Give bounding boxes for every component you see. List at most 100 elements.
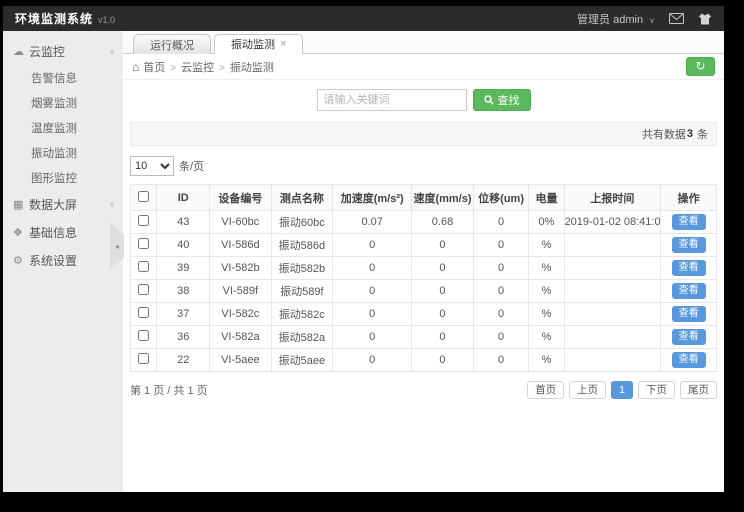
view-button[interactable]: 查看 <box>672 260 706 276</box>
column-header-操作: 操作 <box>661 185 717 211</box>
column-header-ID: ID <box>157 185 210 211</box>
cell-speed: 0 <box>412 303 474 326</box>
cell-point: 振动60bc <box>271 211 333 234</box>
sidebar-group-label: 数据大屏 <box>29 196 109 213</box>
row-checkbox[interactable] <box>138 238 149 249</box>
table-row: 36VI-582a振动582a000%查看 <box>131 326 717 349</box>
cell-accel: 0 <box>333 234 412 257</box>
envelope-icon[interactable] <box>669 13 684 24</box>
row-checkbox[interactable] <box>138 307 149 318</box>
column-header-位移(um): 位移(um) <box>473 185 529 211</box>
breadcrumb-separator: > <box>170 63 176 74</box>
summary-prefix: 共有数据 <box>642 126 686 142</box>
cell-action: 查看 <box>661 349 717 372</box>
column-header-设备编号: 设备编号 <box>210 185 272 211</box>
row-checkbox[interactable] <box>138 330 149 341</box>
refresh-button[interactable]: ↻ <box>686 57 715 76</box>
tab-振动监测[interactable]: 振动监测× <box>214 34 303 54</box>
search-input[interactable] <box>317 89 467 111</box>
search-button[interactable]: 查找 <box>473 89 531 111</box>
user-menu[interactable]: 管理员 admin ∨ <box>577 11 655 27</box>
select-all-checkbox[interactable] <box>138 191 149 202</box>
page-button-尾页[interactable]: 尾页 <box>680 381 717 399</box>
sidebar-group-云监控[interactable]: ☁云监控∧ <box>3 37 123 65</box>
cell-time <box>564 326 661 349</box>
app-version: v1.0 <box>98 15 115 25</box>
page-button-下页[interactable]: 下页 <box>638 381 675 399</box>
cell-id: 36 <box>157 326 210 349</box>
view-button[interactable]: 查看 <box>672 352 706 368</box>
table-row: 22VI-5aee振动5aee000%查看 <box>131 349 717 372</box>
breadcrumb-item-振动监测[interactable]: 振动监测 <box>230 62 274 74</box>
gear-icon: ⚙ <box>13 254 29 267</box>
row-checkbox-cell <box>131 211 157 234</box>
row-checkbox[interactable] <box>138 215 149 226</box>
row-checkbox[interactable] <box>138 261 149 272</box>
shirt-icon[interactable] <box>698 13 712 25</box>
view-button[interactable]: 查看 <box>672 283 706 299</box>
breadcrumb-item-云监控[interactable]: 云监控 <box>181 62 214 74</box>
view-button[interactable]: 查看 <box>672 329 706 345</box>
page-size-row: 10 条/页 <box>130 156 717 176</box>
sidebar-group-基础信息[interactable]: ❖基础信息∨ <box>3 218 123 246</box>
column-header-加速度(m/s²): 加速度(m/s²) <box>333 185 412 211</box>
row-checkbox[interactable] <box>138 284 149 295</box>
app-window: 环境监测系统 v1.0 管理员 admin ∨ ☁云监控 <box>3 6 724 492</box>
cell-point: 振动589f <box>271 280 333 303</box>
row-checkbox-cell <box>131 257 157 280</box>
search-button-label: 查找 <box>498 92 520 108</box>
view-button[interactable]: 查看 <box>672 306 706 322</box>
app-brand: 环境监测系统 v1.0 <box>15 10 115 27</box>
cell-device: VI-60bc <box>210 211 272 234</box>
chevron-down-icon: ∨ <box>649 16 655 25</box>
view-button[interactable]: 查看 <box>672 214 706 230</box>
cell-id: 38 <box>157 280 210 303</box>
cell-time: 2019-01-02 08:41:06 <box>564 211 661 234</box>
cell-action: 查看 <box>661 326 717 349</box>
user-name: admin <box>613 14 643 26</box>
cell-point: 振动582a <box>271 326 333 349</box>
home-icon: ⌂ <box>132 60 139 74</box>
search-icon <box>484 95 494 105</box>
sidebar-group-数据大屏[interactable]: ▦数据大屏∨ <box>3 190 123 218</box>
page-button-首页[interactable]: 首页 <box>527 381 564 399</box>
cell-speed: 0 <box>412 326 474 349</box>
page-button-1[interactable]: 1 <box>611 381 633 399</box>
tab-运行概况[interactable]: 运行概况 <box>133 34 211 54</box>
page-button-上页[interactable]: 上页 <box>569 381 606 399</box>
cell-id: 40 <box>157 234 210 257</box>
view-button[interactable]: 查看 <box>672 237 706 253</box>
cell-disp: 0 <box>473 234 529 257</box>
page-size-select[interactable]: 10 <box>130 156 174 176</box>
sidebar-item-图形监控[interactable]: 图形监控 <box>3 165 123 190</box>
top-header-bar: 环境监测系统 v1.0 管理员 admin ∨ <box>3 6 724 31</box>
cell-battery: % <box>529 234 564 257</box>
row-checkbox-cell <box>131 326 157 349</box>
sidebar-item-温度监测[interactable]: 温度监测 <box>3 115 123 140</box>
sidebar-group-系统设置[interactable]: ⚙系统设置∨ <box>3 246 123 274</box>
cell-point: 振动582b <box>271 257 333 280</box>
breadcrumb-item-首页[interactable]: 首页 <box>143 62 165 74</box>
cell-id: 22 <box>157 349 210 372</box>
sidebar: ☁云监控∧告警信息烟雾监测温度监测振动监测图形监控▦数据大屏∨❖基础信息∨⚙系统… <box>3 31 123 492</box>
cell-id: 37 <box>157 303 210 326</box>
sidebar-item-振动监测[interactable]: 振动监测 <box>3 140 123 165</box>
breadcrumb-separator: > <box>219 63 225 74</box>
table-row: 40VI-586d振动586d000%查看 <box>131 234 717 257</box>
pagination-row: 第 1 页 / 共 1 页 首页上页1下页尾页 <box>130 381 717 399</box>
cell-accel: 0 <box>333 326 412 349</box>
close-icon[interactable]: × <box>280 39 286 50</box>
table-row: 37VI-582c振动582c000%查看 <box>131 303 717 326</box>
sidebar-item-烟雾监测[interactable]: 烟雾监测 <box>3 90 123 115</box>
cell-battery: % <box>529 326 564 349</box>
cell-battery: 0% <box>529 211 564 234</box>
column-header-电量: 电量 <box>529 185 564 211</box>
sidebar-item-告警信息[interactable]: 告警信息 <box>3 65 123 90</box>
cell-disp: 0 <box>473 211 529 234</box>
cell-accel: 0 <box>333 349 412 372</box>
row-checkbox[interactable] <box>138 353 149 364</box>
cell-action: 查看 <box>661 303 717 326</box>
main-panel: ◂ 运行概况振动监测× ⌂ 首页>云监控>振动监测 ↻ 查找 <box>123 31 724 492</box>
summary-suffix: 条 <box>697 126 708 142</box>
cell-point: 振动5aee <box>271 349 333 372</box>
